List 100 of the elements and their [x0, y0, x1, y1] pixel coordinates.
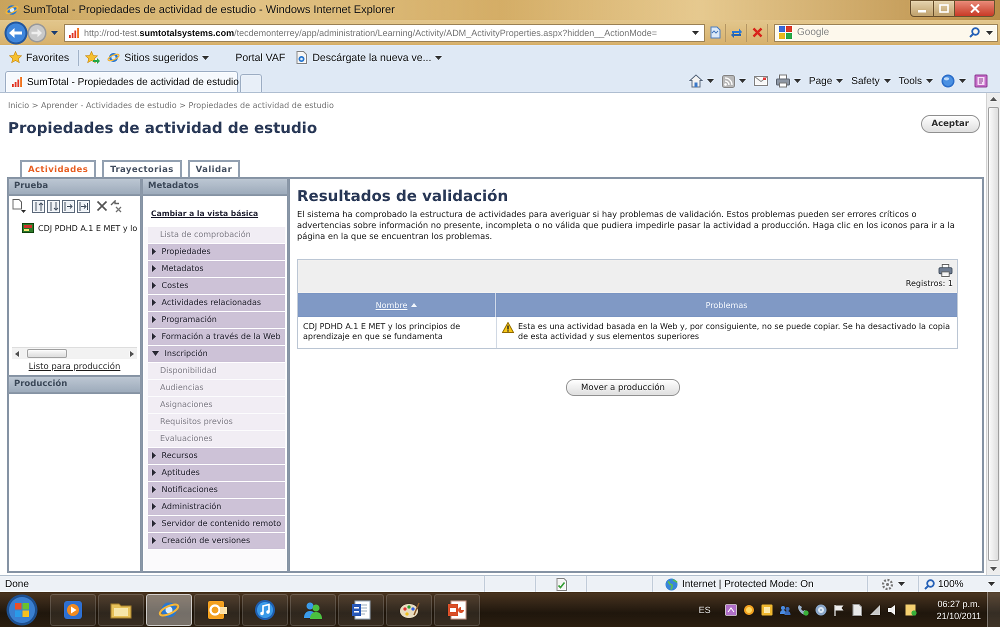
maximize-icon [939, 4, 949, 13]
address-field[interactable]: http://rod-test.sumtotalsystems.com/tecdemonterrey/app/administration/Learning/Activity/ADM_ActivityProperties.aspx?hidden__ActionMode= [64, 24, 705, 42]
sphere-icon[interactable] [941, 74, 955, 88]
menu-section[interactable]: Recursos [148, 448, 285, 464]
book-icon[interactable] [974, 74, 988, 88]
close-button[interactable] [955, 0, 995, 17]
menu-section[interactable]: Actividades relacionadas [148, 295, 285, 311]
minimize-button[interactable] [910, 0, 934, 17]
caret-icon[interactable] [692, 30, 699, 34]
ready-link[interactable]: Listo para producción [28, 362, 120, 372]
favorite-link[interactable]: Portal VAF [232, 48, 288, 68]
favorites-button[interactable]: Favorites [6, 48, 72, 68]
taskbar-button[interactable] [242, 594, 288, 626]
search-field[interactable]: Google [774, 24, 998, 42]
taskbar-button[interactable] [98, 594, 144, 626]
printer-icon[interactable] [776, 74, 790, 88]
menu-section[interactable]: Metadatos [148, 261, 285, 277]
taskbar-button[interactable] [50, 594, 96, 626]
caret-icon[interactable] [986, 30, 993, 34]
stop-icon[interactable] [750, 26, 764, 39]
home-icon[interactable] [688, 74, 703, 88]
caret-icon[interactable] [884, 79, 891, 83]
note-check-icon[interactable] [904, 604, 917, 616]
caret-icon[interactable] [738, 79, 746, 83]
move-button[interactable]: Mover a producción [566, 379, 680, 396]
menu-section[interactable]: Administración [148, 499, 285, 515]
gear-icon[interactable] [881, 578, 894, 590]
menu-section[interactable]: Notificaciones [148, 482, 285, 498]
cross-icon[interactable] [96, 200, 108, 212]
warning-icon[interactable] [502, 322, 514, 333]
caret-icon[interactable] [959, 79, 966, 83]
people-icon[interactable] [778, 604, 791, 616]
taskbar-button[interactable] [194, 594, 240, 626]
caret-icon[interactable] [794, 79, 801, 83]
favorite-link[interactable]: Sitios sugeridos [104, 48, 212, 68]
caret-icon[interactable] [988, 582, 995, 586]
taskbar-button[interactable] [338, 594, 384, 626]
caret-icon[interactable] [836, 79, 844, 83]
note-tile-icon[interactable] [760, 604, 773, 616]
left-arrow-icon[interactable] [15, 350, 19, 356]
caret-icon[interactable] [926, 79, 933, 83]
search-input[interactable]: Google [797, 26, 969, 40]
menu-section[interactable]: Programación [148, 312, 285, 328]
menu-button[interactable]: Safety [851, 76, 880, 86]
arrow-cross-icon[interactable] [110, 200, 123, 212]
page-tab[interactable]: Validar [188, 160, 240, 177]
taskbar-button[interactable] [386, 594, 432, 626]
maximize-button[interactable] [934, 0, 955, 17]
menu-section[interactable]: Aptitudes [148, 465, 285, 481]
caret-icon[interactable] [51, 30, 58, 34]
tree-item[interactable]: CDJ PDHD A.1 E MET y lo [22, 222, 138, 234]
menu-button[interactable]: Page [808, 76, 832, 86]
wedge-icon[interactable] [868, 604, 881, 616]
taskbar-button[interactable] [434, 594, 480, 626]
down-arrow-icon[interactable] [990, 567, 997, 571]
star-arrow-icon[interactable] [85, 51, 100, 64]
back-icon[interactable] [4, 20, 28, 44]
phone-check-icon[interactable] [796, 604, 809, 616]
scroll-thumb[interactable] [988, 107, 999, 561]
menu-section[interactable]: Servidor de contenido remoto [148, 516, 285, 532]
activity-icon [22, 222, 34, 234]
down-arrow-box-icon[interactable] [47, 200, 60, 212]
square-tile-icon[interactable] [724, 604, 737, 616]
zoom-level[interactable]: 100% [938, 578, 964, 590]
favorite-link[interactable]: Descárgate la nueva ve... [292, 48, 446, 68]
menu-section[interactable]: Inscripción [148, 346, 285, 362]
up-arrow-box-icon[interactable] [32, 200, 45, 212]
start-orb-icon[interactable] [6, 594, 38, 626]
menu-section[interactable]: Costes [148, 278, 285, 294]
magnifier-icon [924, 578, 935, 590]
refresh-icon[interactable] [730, 26, 742, 39]
record-count: Registros: 1 [906, 279, 953, 288]
flag-icon[interactable] [832, 604, 845, 616]
caret-icon[interactable] [706, 79, 714, 83]
page-tab[interactable]: Trayectorias [102, 160, 182, 177]
bar-arrow-box-icon[interactable] [77, 200, 90, 212]
taskbar-button[interactable] [290, 594, 336, 626]
envelope-icon[interactable] [754, 76, 768, 86]
menu-button[interactable]: Tools [898, 76, 922, 86]
disc-icon[interactable] [814, 604, 827, 616]
sun-icon[interactable] [742, 604, 755, 616]
browser-tab[interactable]: SumTotal - Propiedades de actividad de estudio [5, 71, 238, 92]
up-arrow-icon[interactable] [990, 97, 997, 101]
search-icon[interactable] [969, 27, 980, 38]
right-arrow-box-icon[interactable] [62, 200, 75, 212]
printer-icon[interactable] [938, 264, 953, 277]
show-desktop-button[interactable] [987, 592, 1000, 627]
clock[interactable]: 06:27 p.m. 21/10/2011 [936, 598, 981, 622]
page-icon[interactable] [850, 604, 863, 616]
menu-section[interactable]: Creación de versiones [148, 533, 285, 549]
page-caret-icon[interactable] [12, 199, 26, 213]
menu-section[interactable]: Propiedades [148, 244, 285, 260]
caret-icon[interactable] [898, 582, 905, 586]
broken-page-icon[interactable] [708, 26, 722, 39]
language-indicator[interactable]: ES [698, 604, 711, 614]
right-arrow-icon[interactable] [130, 350, 134, 356]
scroll-thumb[interactable] [27, 349, 67, 358]
page-check-icon[interactable] [554, 578, 568, 590]
menu-section[interactable]: Formación a través de la Web [148, 329, 285, 345]
accept-button[interactable]: Aceptar [920, 115, 980, 133]
